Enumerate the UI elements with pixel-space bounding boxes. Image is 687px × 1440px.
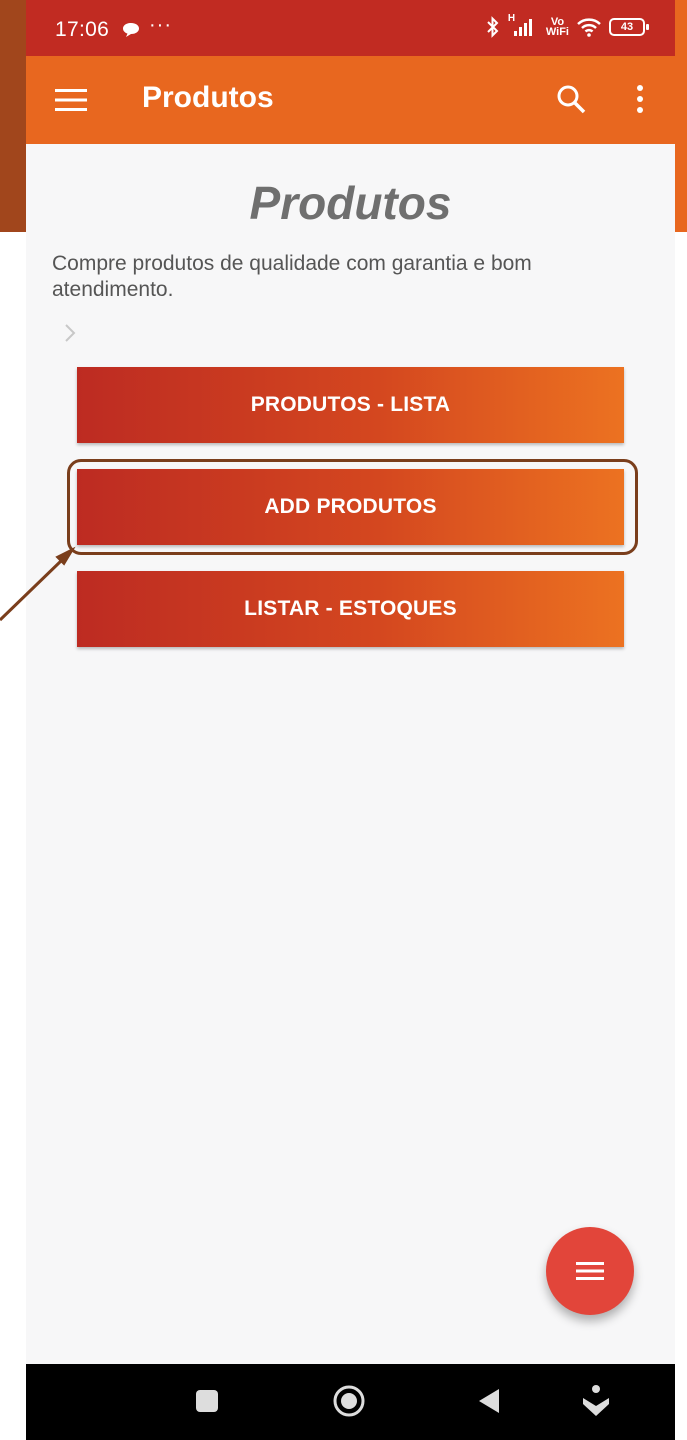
search-icon[interactable]	[556, 84, 586, 114]
page-heading: Produtos	[249, 177, 452, 229]
more-notifications-icon: ···	[149, 14, 172, 36]
app-screen: 17:06 ··· H Vo WiFi 43 Produtos Produtos…	[26, 0, 675, 1440]
produtos-lista-button[interactable]: PRODUTOS - LISTA	[77, 367, 624, 443]
chevron-right-icon[interactable]	[62, 322, 78, 344]
annotation-highlight-box	[67, 459, 638, 555]
listar-estoques-button[interactable]: LISTAR - ESTOQUES	[77, 571, 624, 647]
more-vert-icon[interactable]	[630, 84, 650, 114]
menu-icon[interactable]	[55, 89, 87, 111]
home-icon[interactable]	[332, 1384, 366, 1418]
system-nav-bar	[26, 1364, 675, 1440]
battery-icon: 43	[609, 18, 649, 36]
app-toolbar: Produtos	[26, 56, 675, 144]
assistant-icon[interactable]	[581, 1384, 611, 1418]
status-icons: H Vo WiFi 43	[486, 13, 649, 38]
menu-icon	[576, 1262, 604, 1280]
fab-menu-button[interactable]	[546, 1227, 634, 1315]
signal-icon: H	[507, 13, 538, 38]
chat-icon	[123, 23, 139, 37]
backdrop-left	[0, 0, 26, 232]
status-bar: 17:06 ··· H Vo WiFi 43	[26, 0, 675, 56]
vowifi-bottom: WiFi	[545, 26, 569, 38]
back-icon[interactable]	[477, 1388, 501, 1414]
network-type-label: H	[507, 13, 516, 24]
recents-icon[interactable]	[196, 1390, 218, 1412]
page-description: Compre produtos de qualidade com garanti…	[52, 252, 532, 301]
bluetooth-icon	[487, 16, 499, 38]
toolbar-title: Produtos	[142, 81, 274, 114]
vowifi-icon: Vo WiFi	[545, 17, 569, 38]
backdrop-right	[675, 0, 687, 232]
wifi-icon	[577, 18, 601, 37]
status-time: 17:06	[55, 18, 110, 41]
